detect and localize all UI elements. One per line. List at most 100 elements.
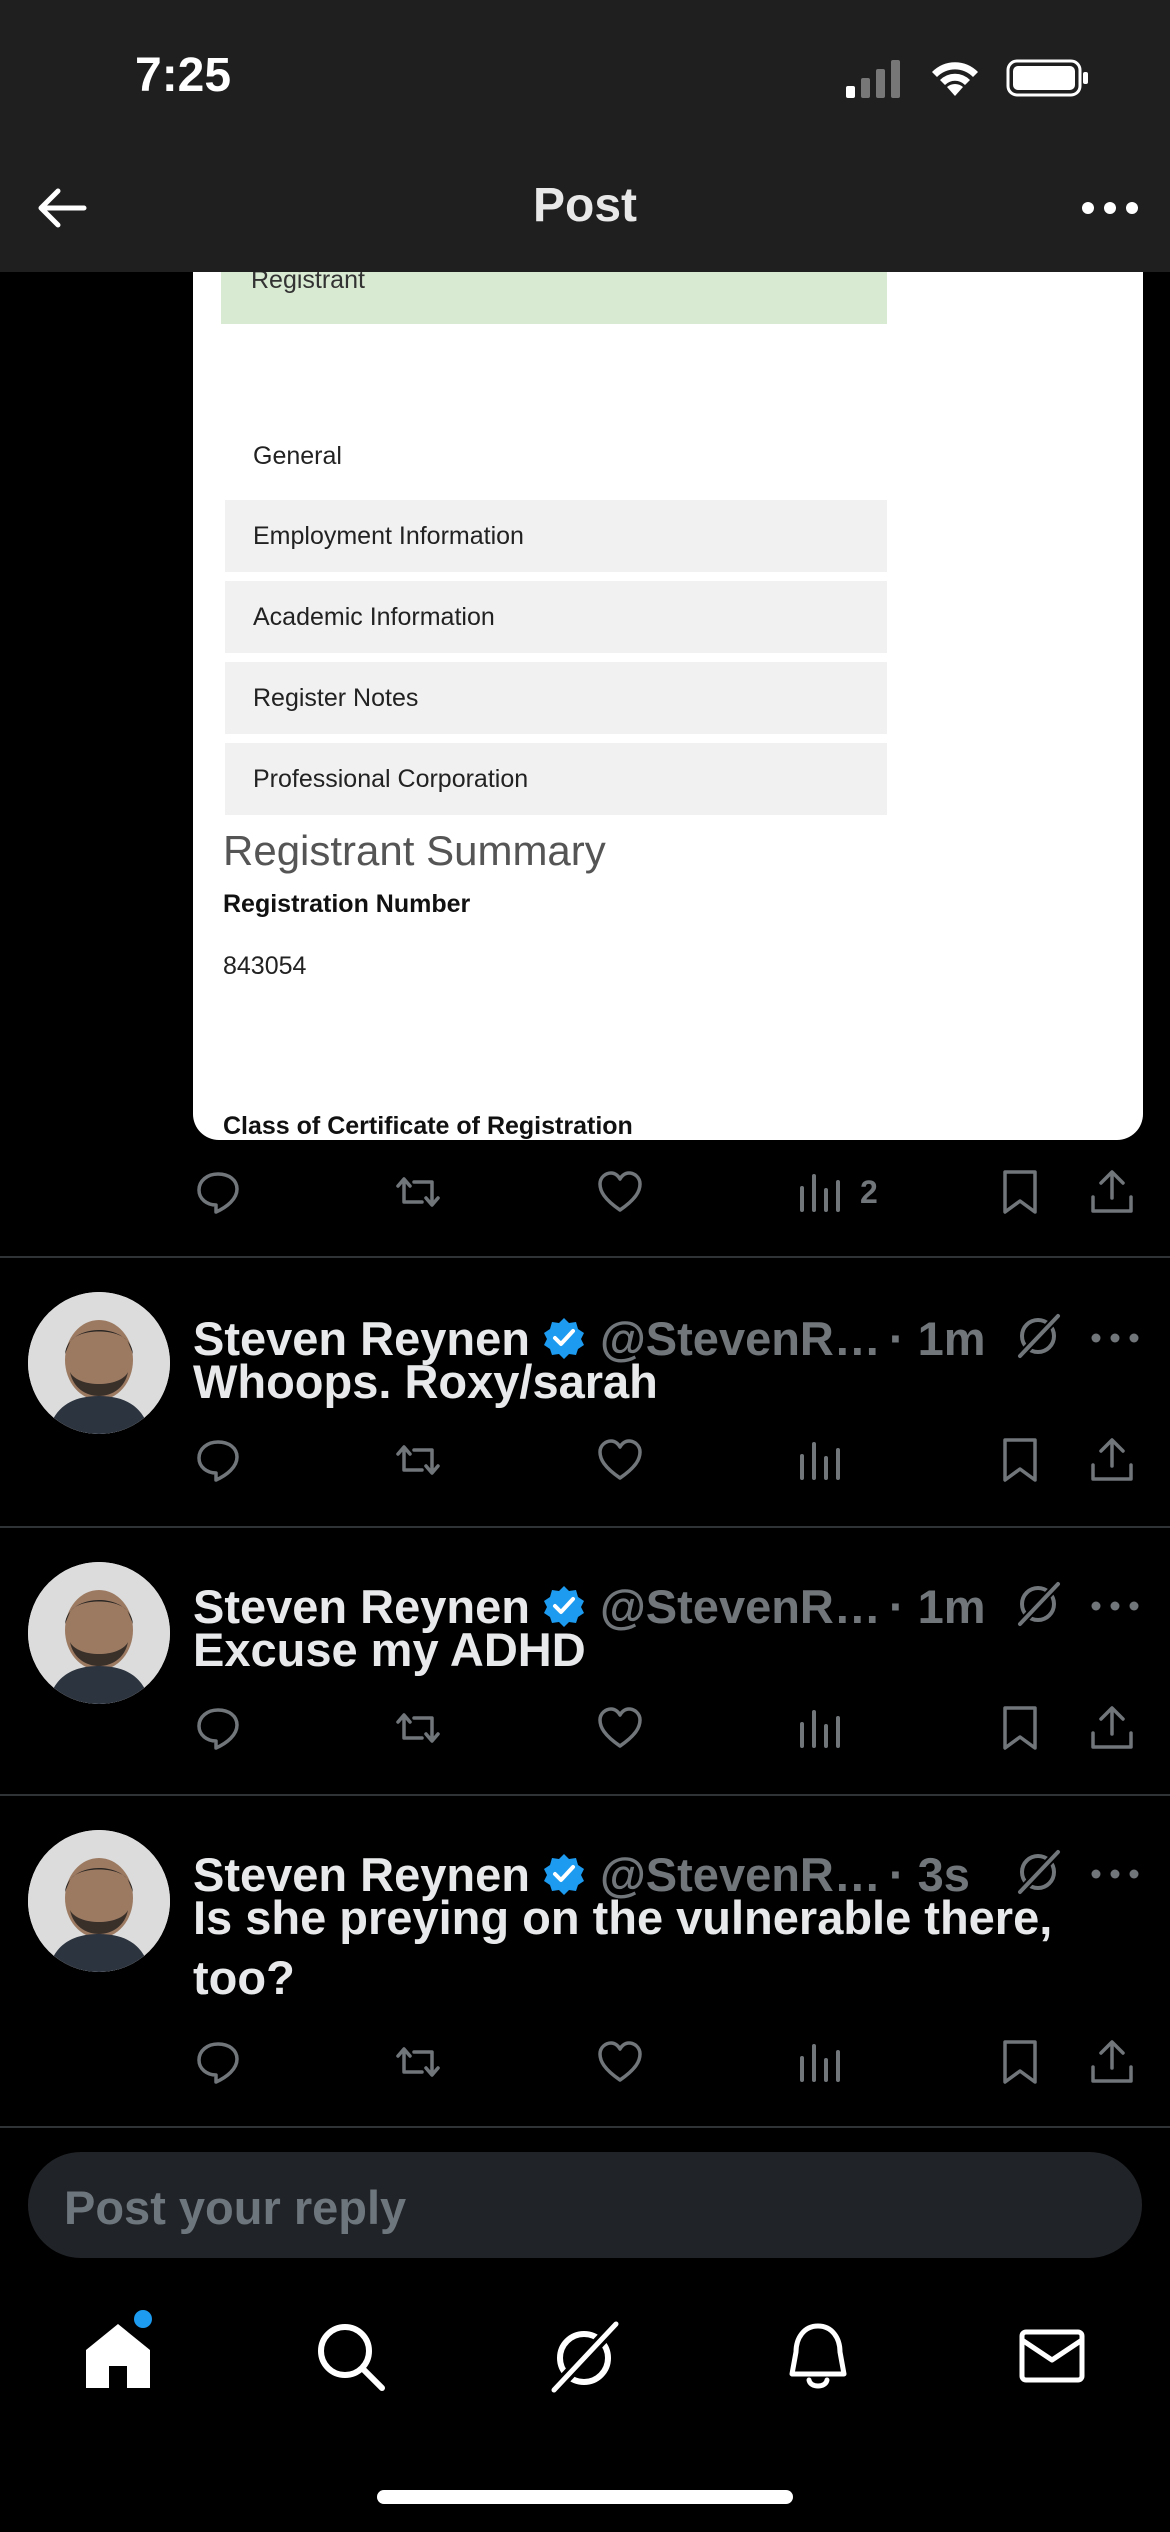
- home-indicator[interactable]: [377, 2490, 793, 2504]
- reply-text: Excuse my ADHD: [193, 1623, 586, 1676]
- doc-menu-item: Academic Information: [225, 581, 887, 653]
- reply-button[interactable]: [194, 1430, 242, 1490]
- views-button[interactable]: [796, 2032, 844, 2092]
- doc-menu-item: Employment Information: [225, 500, 887, 572]
- reply-text: Whoops. Roxy/sarah: [193, 1355, 658, 1408]
- like-button[interactable]: [596, 2032, 644, 2092]
- heart-icon: [598, 1171, 642, 1212]
- general-label: General: [253, 442, 342, 470]
- share-icon: [1091, 1438, 1133, 1481]
- avatar-photo: [28, 1292, 170, 1434]
- share-button[interactable]: [1088, 1162, 1136, 1222]
- comment-icon: [197, 1172, 239, 1214]
- avatar[interactable]: [28, 1292, 170, 1434]
- registration-number-label: Registration Number: [223, 890, 471, 918]
- avatar-photo: [28, 1562, 170, 1704]
- bookmark-icon: [1003, 1170, 1037, 1214]
- repost-button[interactable]: [394, 1430, 442, 1490]
- repost-button[interactable]: [394, 2032, 442, 2092]
- reply-button[interactable]: [194, 1698, 242, 1758]
- heart-icon: [598, 2041, 642, 2082]
- share-icon: [1091, 2040, 1133, 2083]
- share-button[interactable]: [1088, 1698, 1136, 1758]
- registration-number: 843054: [223, 952, 307, 980]
- bookmark-button[interactable]: [996, 1430, 1044, 1490]
- avatar-photo: [28, 1830, 170, 1972]
- comment-icon: [197, 1708, 239, 1750]
- mail-icon[interactable]: [1014, 2318, 1090, 2394]
- like-button[interactable]: [596, 1162, 644, 1222]
- heart-icon: [598, 1707, 642, 1748]
- page-title: Post: [532, 179, 637, 232]
- reply-post[interactable]: Steven Reynen @StevenR… · 1m Whoops. Rox…: [0, 1258, 1170, 1526]
- summary-title: Registrant Summary: [223, 827, 606, 874]
- repost-icon: [396, 1177, 440, 1207]
- divider: [0, 2126, 1170, 2128]
- bookmark-icon: [1003, 1706, 1037, 1750]
- reply-actions: [0, 1430, 1170, 1490]
- wifi-icon: [932, 62, 978, 96]
- doc-menu-label: Academic Information: [253, 603, 495, 631]
- reply-post[interactable]: Steven Reynen @StevenR… · 3s Is she prey…: [0, 1794, 1170, 2126]
- doc-menu-label: Register Notes: [253, 684, 419, 712]
- more-horizontal-icon[interactable]: [1090, 1328, 1140, 1348]
- share-button[interactable]: [1088, 1430, 1136, 1490]
- bookmark-button[interactable]: [996, 2032, 1044, 2092]
- search-icon[interactable]: [312, 2318, 388, 2394]
- repost-icon: [396, 1445, 440, 1475]
- avatar[interactable]: [28, 1562, 170, 1704]
- reply-button[interactable]: [194, 1162, 242, 1222]
- repost-button[interactable]: [394, 1698, 442, 1758]
- analytics-icon: [800, 1442, 840, 1480]
- views-count: 2: [860, 1173, 878, 1210]
- class-label: Class of Certificate of Registration: [223, 1112, 633, 1140]
- share-button[interactable]: [1088, 2032, 1136, 2092]
- reply-input[interactable]: Post your reply: [28, 2152, 1142, 2258]
- reply-placeholder: Post your reply: [64, 2181, 407, 2234]
- grok-icon[interactable]: [546, 2318, 622, 2394]
- analytics-icon: [800, 1174, 840, 1212]
- top-bar: 7:25 Post: [0, 0, 1170, 272]
- views-button[interactable]: [796, 1430, 844, 1490]
- reply-text: Is she preying on the vulnerable there, …: [193, 1891, 1053, 2004]
- battery-icon: [1006, 59, 1088, 97]
- doc-menu-label: Professional Corporation: [253, 765, 529, 793]
- reply-actions: [0, 2032, 1170, 2092]
- analytics-icon: [800, 1710, 840, 1748]
- more-horizontal-icon[interactable]: [1090, 1596, 1140, 1616]
- post-actions: 2: [0, 1162, 1170, 1222]
- reply-button[interactable]: [194, 2032, 242, 2092]
- notification-dot: [134, 2310, 152, 2328]
- home-icon[interactable]: [80, 2318, 156, 2394]
- status-icons: [844, 54, 1090, 102]
- repost-icon: [396, 1713, 440, 1743]
- repost-icon: [396, 2047, 440, 2077]
- reply-actions: [0, 1698, 1170, 1758]
- bookmark-button[interactable]: [996, 1698, 1044, 1758]
- doc-menu-item: Register Notes: [225, 662, 887, 734]
- doc-menu-item: Professional Corporation: [225, 743, 887, 815]
- repost-button[interactable]: [394, 1162, 442, 1222]
- comment-icon: [197, 2042, 239, 2084]
- share-icon: [1091, 1706, 1133, 1749]
- views-button[interactable]: [796, 1698, 844, 1758]
- bookmark-icon: [1003, 1438, 1037, 1482]
- heart-icon: [598, 1439, 642, 1480]
- bookmark-icon: [1003, 2040, 1037, 2084]
- registrant-label: Registrant: [251, 272, 365, 294]
- registrant-highlight: Registrant: [221, 272, 887, 324]
- bookmark-button[interactable]: [996, 1162, 1044, 1222]
- reply-post[interactable]: Steven Reynen @StevenR… · 1m Excuse my A…: [0, 1526, 1170, 1794]
- more-options-button[interactable]: [1078, 176, 1142, 240]
- bell-icon[interactable]: [780, 2318, 856, 2394]
- doc-menu-label: Employment Information: [253, 522, 524, 550]
- avatar[interactable]: [28, 1830, 170, 1972]
- like-button[interactable]: [596, 1698, 644, 1758]
- views-button[interactable]: 2: [796, 1162, 878, 1222]
- more-horizontal-icon[interactable]: [1090, 1864, 1140, 1884]
- like-button[interactable]: [596, 1430, 644, 1490]
- comment-icon: [197, 1440, 239, 1482]
- post-image[interactable]: Registrant General Employment Informatio…: [193, 272, 1143, 1140]
- signal-icon: [846, 60, 900, 98]
- more-horizontal-icon: [1082, 202, 1138, 214]
